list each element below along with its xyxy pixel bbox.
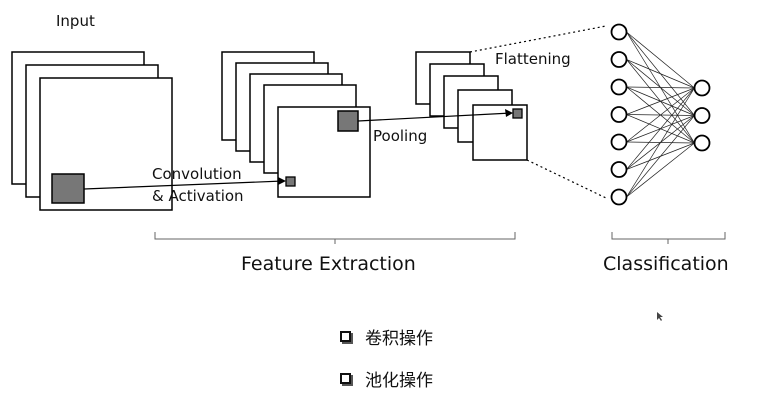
- fully-connected-links: [626, 31, 695, 198]
- feature-extraction-label: Feature Extraction: [241, 253, 416, 275]
- fully-connected-nodes: [610, 23, 711, 206]
- nn-link: [626, 86, 695, 89]
- bullet-text: 卷积操作: [365, 329, 433, 349]
- feature-map-target-cell: [285, 176, 296, 187]
- nn-link: [626, 31, 695, 89]
- nn-link: [626, 115, 695, 198]
- nn-link: [626, 142, 695, 198]
- nn-link: [626, 87, 695, 115]
- nn-link: [626, 87, 695, 170]
- feature-map-pool-window: [337, 110, 359, 132]
- input-receptive-field: [51, 173, 85, 204]
- flattened-input-node: [610, 188, 628, 206]
- flattened-input-node: [610, 51, 628, 68]
- pooled-map-target-cell: [512, 108, 523, 119]
- input-label: Input: [56, 12, 95, 30]
- flattened-input-node: [610, 23, 628, 41]
- bullet-item-convolution: 卷积操作: [340, 324, 433, 349]
- activation-label: & Activation: [152, 187, 244, 205]
- classification-bracket: [611, 232, 726, 244]
- output-node: [693, 79, 711, 97]
- flattened-input-node: [610, 161, 628, 178]
- convolution-label: Convolution: [152, 165, 242, 183]
- feature-extraction-bracket: [154, 232, 516, 244]
- flattening-label: Flattening: [495, 50, 571, 68]
- flattened-input-node: [610, 133, 628, 151]
- hollow-square-bullet-icon: [340, 373, 351, 384]
- pooling-label: Pooling: [373, 127, 428, 145]
- mouse-cursor-icon: [657, 312, 663, 321]
- pooled-map-stack: [415, 51, 528, 161]
- output-node: [693, 134, 711, 152]
- classification-label: Classification: [603, 253, 729, 275]
- flattened-input-node: [610, 106, 628, 123]
- output-node: [693, 107, 711, 124]
- flattened-input-node: [610, 78, 628, 96]
- bullet-item-pooling: 池化操作: [340, 366, 433, 391]
- bullet-text: 池化操作: [365, 371, 433, 391]
- nn-link: [626, 59, 695, 89]
- hollow-square-bullet-icon: [340, 331, 351, 342]
